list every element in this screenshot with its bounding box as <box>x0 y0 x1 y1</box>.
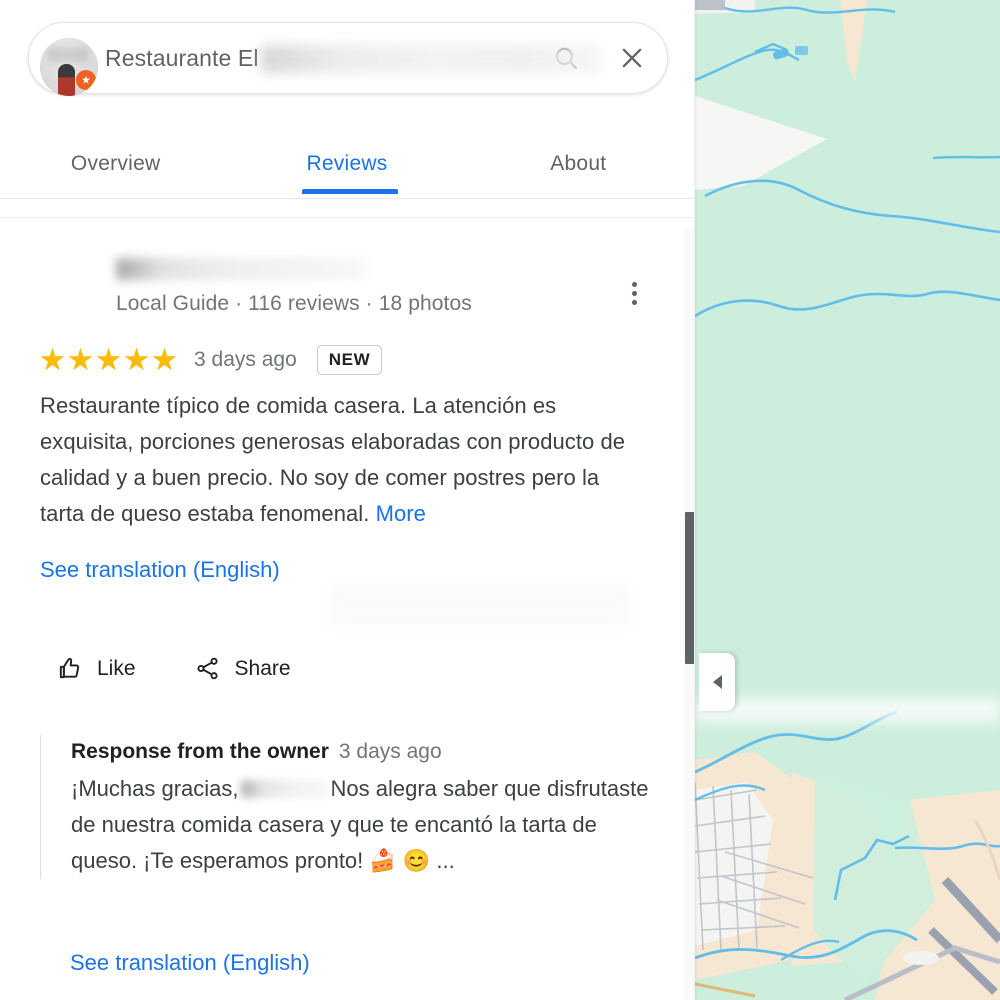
owner-response-text: ¡Muchas gracias, Nos alegra saber que dis… <box>71 771 660 879</box>
share-button[interactable]: Share <box>194 655 291 682</box>
tab-about[interactable]: About <box>463 132 694 176</box>
review-overflow-menu-button[interactable] <box>617 276 651 310</box>
like-button[interactable]: Like <box>56 655 136 682</box>
avatar-blur-overlay <box>48 48 88 62</box>
avatar-subject <box>58 64 75 96</box>
panel-scrollbar-thumb[interactable] <box>685 512 694 664</box>
star-icon <box>40 347 65 371</box>
map-graphics <box>695 0 1000 1000</box>
map-canvas[interactable]: Madrid a Nearby restaurants <box>695 0 1000 1000</box>
local-guide-badge-icon <box>76 70 96 90</box>
google-maps-place-reviews-screen: Madrid a Nearby restaurants Restaurante … <box>0 0 1000 1000</box>
review-text: Restaurante típico de comida casera. La … <box>40 388 644 532</box>
owner-response-title: Response from the owner <box>71 740 329 763</box>
star-icon <box>96 347 121 371</box>
thumb-up-icon <box>56 655 83 682</box>
owner-response-date: 3 days ago <box>338 740 442 763</box>
share-label: Share <box>234 656 291 680</box>
review-rating-row: 3 days ago NEW <box>40 345 383 375</box>
tab-overview[interactable]: Overview <box>0 132 231 176</box>
owner-response: Response from the owner 3 days ago ¡Mucha… <box>40 735 660 879</box>
review-action-row: Like Share <box>56 655 291 682</box>
collapse-panel-button[interactable] <box>699 653 735 711</box>
star-rating <box>40 347 177 373</box>
owner-response-see-translation-link[interactable]: See translation (English) <box>70 950 310 976</box>
search-icon <box>555 47 578 70</box>
search-input[interactable]: Restaurante El <box>105 23 601 93</box>
place-details-panel: Restaurante El Overview Reviews About Lo… <box>0 0 694 1000</box>
owner-response-header: Response from the owner 3 days ago <box>71 735 660 769</box>
review-see-translation-link[interactable]: See translation (English) <box>40 557 280 583</box>
search-input-value: Restaurante El <box>105 44 259 71</box>
more-vertical-icon-dot <box>631 299 637 305</box>
review-text-fade-overlay <box>330 585 630 627</box>
share-icon <box>194 655 221 682</box>
star-icon <box>124 347 149 371</box>
new-badge: NEW <box>316 345 383 375</box>
tab-bar-divider <box>0 198 694 199</box>
star-icon <box>152 347 177 371</box>
star-icon <box>68 347 93 371</box>
reviewer-name-redaction <box>116 258 366 280</box>
section-divider <box>0 217 694 218</box>
owner-response-text-before: ¡Muchas gracias, <box>71 776 239 801</box>
like-label: Like <box>97 656 136 680</box>
more-vertical-icon-dot <box>631 281 637 287</box>
review-more-link[interactable]: More <box>376 501 426 526</box>
search-submit-button[interactable] <box>535 44 597 72</box>
review-text-content: Restaurante típico de comida casera. La … <box>40 393 626 526</box>
search-bar[interactable]: Restaurante El <box>28 22 668 94</box>
owner-response-name-redaction <box>240 780 329 798</box>
review-date: 3 days ago <box>194 348 297 371</box>
close-icon <box>622 48 642 68</box>
chevron-left-icon <box>712 675 722 689</box>
reviewer-meta: Local Guide · 116 reviews · 18 photos <box>116 292 472 315</box>
reviewer-avatar[interactable] <box>40 38 98 96</box>
active-tab-indicator <box>302 189 398 194</box>
more-vertical-icon-dot <box>631 290 637 296</box>
clear-search-button[interactable] <box>597 44 667 72</box>
tab-reviews[interactable]: Reviews <box>231 132 462 176</box>
